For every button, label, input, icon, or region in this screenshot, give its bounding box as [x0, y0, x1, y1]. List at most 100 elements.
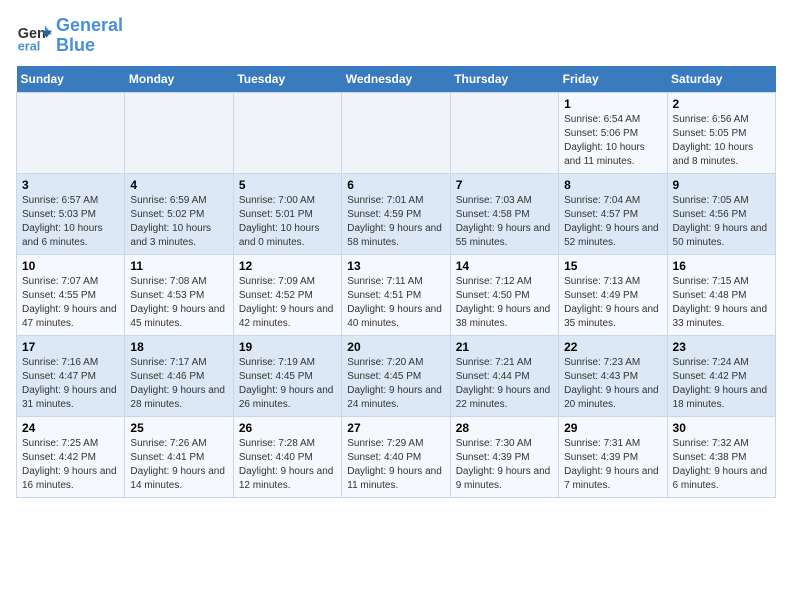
calendar-cell: 20 Sunrise: 7:20 AM Sunset: 4:45 PM Dayli…	[342, 335, 450, 416]
calendar-cell: 5Sunrise: 7:00 AM Sunset: 5:01 PM Daylig…	[233, 173, 341, 254]
calendar-cell: 23 Sunrise: 7:24 AM Sunset: 4:42 PM Dayli…	[667, 335, 775, 416]
calendar-cell: 9 Sunrise: 7:05 AM Sunset: 4:56 PM Daylig…	[667, 173, 775, 254]
day-number: 8	[564, 178, 661, 192]
calendar-cell	[233, 92, 341, 173]
day-number: 15	[564, 259, 661, 273]
day-info: Sunrise: 7:25 AM Sunset: 4:42 PM Dayligh…	[22, 437, 119, 493]
day-number: 2	[673, 97, 770, 111]
day-number: 4	[130, 178, 227, 192]
day-number: 3	[22, 178, 119, 192]
week-row-1: 1 Sunrise: 6:54 AM Sunset: 5:06 PM Daylig…	[17, 92, 776, 173]
day-info: Sunrise: 7:05 AM Sunset: 4:56 PM Dayligh…	[673, 194, 770, 250]
weekday-header-row: SundayMondayTuesdayWednesdayThursdayFrid…	[17, 66, 776, 93]
day-info: Sunrise: 7:03 AM Sunset: 4:58 PM Dayligh…	[456, 194, 553, 250]
day-number: 10	[22, 259, 119, 273]
day-number: 6	[347, 178, 444, 192]
day-number: 12	[239, 259, 336, 273]
day-number: 26	[239, 421, 336, 435]
day-info: Sunrise: 7:15 AM Sunset: 4:48 PM Dayligh…	[673, 275, 770, 331]
day-number: 22	[564, 340, 661, 354]
week-row-4: 17 Sunrise: 7:16 AM Sunset: 4:47 PM Dayli…	[17, 335, 776, 416]
calendar-cell: 16 Sunrise: 7:15 AM Sunset: 4:48 PM Dayli…	[667, 254, 775, 335]
week-row-2: 3 Sunrise: 6:57 AM Sunset: 5:03 PM Daylig…	[17, 173, 776, 254]
weekday-header-thursday: Thursday	[450, 66, 558, 93]
calendar-cell: 13Sunrise: 7:11 AM Sunset: 4:51 PM Dayli…	[342, 254, 450, 335]
day-info: Sunrise: 7:19 AM Sunset: 4:45 PM Dayligh…	[239, 356, 336, 412]
day-info: Sunrise: 7:04 AM Sunset: 4:57 PM Dayligh…	[564, 194, 661, 250]
day-number: 28	[456, 421, 553, 435]
day-number: 16	[673, 259, 770, 273]
calendar-cell: 4 Sunrise: 6:59 AM Sunset: 5:02 PM Daylig…	[125, 173, 233, 254]
day-number: 18	[130, 340, 227, 354]
calendar-cell: 15 Sunrise: 7:13 AM Sunset: 4:49 PM Dayli…	[559, 254, 667, 335]
day-info: Sunrise: 7:30 AM Sunset: 4:39 PM Dayligh…	[456, 437, 553, 493]
day-info: Sunrise: 6:56 AM Sunset: 5:05 PM Dayligh…	[673, 113, 770, 169]
calendar-cell: 21Sunrise: 7:21 AM Sunset: 4:44 PM Dayli…	[450, 335, 558, 416]
day-number: 27	[347, 421, 444, 435]
day-info: Sunrise: 7:17 AM Sunset: 4:46 PM Dayligh…	[130, 356, 227, 412]
calendar-cell: 3 Sunrise: 6:57 AM Sunset: 5:03 PM Daylig…	[17, 173, 125, 254]
weekday-header-sunday: Sunday	[17, 66, 125, 93]
day-number: 17	[22, 340, 119, 354]
calendar-cell: 12Sunrise: 7:09 AM Sunset: 4:52 PM Dayli…	[233, 254, 341, 335]
week-row-5: 24Sunrise: 7:25 AM Sunset: 4:42 PM Dayli…	[17, 416, 776, 497]
day-info: Sunrise: 7:23 AM Sunset: 4:43 PM Dayligh…	[564, 356, 661, 412]
day-number: 25	[130, 421, 227, 435]
day-number: 20	[347, 340, 444, 354]
day-info: Sunrise: 7:20 AM Sunset: 4:45 PM Dayligh…	[347, 356, 444, 412]
calendar-cell: 25 Sunrise: 7:26 AM Sunset: 4:41 PM Dayli…	[125, 416, 233, 497]
logo-icon: Gen eral	[16, 18, 52, 54]
calendar-cell: 17 Sunrise: 7:16 AM Sunset: 4:47 PM Dayli…	[17, 335, 125, 416]
calendar-cell: 27 Sunrise: 7:29 AM Sunset: 4:40 PM Dayli…	[342, 416, 450, 497]
calendar-cell	[17, 92, 125, 173]
calendar-cell	[450, 92, 558, 173]
calendar-cell: 22 Sunrise: 7:23 AM Sunset: 4:43 PM Dayli…	[559, 335, 667, 416]
calendar-table: SundayMondayTuesdayWednesdayThursdayFrid…	[16, 66, 776, 498]
calendar-cell: 24Sunrise: 7:25 AM Sunset: 4:42 PM Dayli…	[17, 416, 125, 497]
day-info: Sunrise: 6:54 AM Sunset: 5:06 PM Dayligh…	[564, 113, 661, 169]
day-info: Sunrise: 7:31 AM Sunset: 4:39 PM Dayligh…	[564, 437, 661, 493]
day-info: Sunrise: 7:13 AM Sunset: 4:49 PM Dayligh…	[564, 275, 661, 331]
calendar-cell: 26Sunrise: 7:28 AM Sunset: 4:40 PM Dayli…	[233, 416, 341, 497]
calendar-cell: 14Sunrise: 7:12 AM Sunset: 4:50 PM Dayli…	[450, 254, 558, 335]
page-header: Gen eral General Blue	[16, 16, 776, 56]
weekday-header-wednesday: Wednesday	[342, 66, 450, 93]
weekday-header-tuesday: Tuesday	[233, 66, 341, 93]
day-number: 1	[564, 97, 661, 111]
day-info: Sunrise: 7:11 AM Sunset: 4:51 PM Dayligh…	[347, 275, 444, 331]
day-number: 30	[673, 421, 770, 435]
day-number: 14	[456, 259, 553, 273]
weekday-header-monday: Monday	[125, 66, 233, 93]
calendar-cell: 18 Sunrise: 7:17 AM Sunset: 4:46 PM Dayli…	[125, 335, 233, 416]
calendar-cell: 2 Sunrise: 6:56 AM Sunset: 5:05 PM Daylig…	[667, 92, 775, 173]
day-info: Sunrise: 7:16 AM Sunset: 4:47 PM Dayligh…	[22, 356, 119, 412]
day-number: 9	[673, 178, 770, 192]
calendar-cell	[125, 92, 233, 173]
day-info: Sunrise: 6:59 AM Sunset: 5:02 PM Dayligh…	[130, 194, 227, 250]
calendar-cell: 7 Sunrise: 7:03 AM Sunset: 4:58 PM Daylig…	[450, 173, 558, 254]
day-number: 5	[239, 178, 336, 192]
calendar-cell	[342, 92, 450, 173]
day-info: Sunrise: 7:01 AM Sunset: 4:59 PM Dayligh…	[347, 194, 444, 250]
calendar-cell: 1 Sunrise: 6:54 AM Sunset: 5:06 PM Daylig…	[559, 92, 667, 173]
day-number: 23	[673, 340, 770, 354]
calendar-cell: 10 Sunrise: 7:07 AM Sunset: 4:55 PM Dayli…	[17, 254, 125, 335]
calendar-cell: 30 Sunrise: 7:32 AM Sunset: 4:38 PM Dayli…	[667, 416, 775, 497]
week-row-3: 10 Sunrise: 7:07 AM Sunset: 4:55 PM Dayli…	[17, 254, 776, 335]
weekday-header-saturday: Saturday	[667, 66, 775, 93]
logo-text: General Blue	[56, 16, 123, 56]
logo: Gen eral General Blue	[16, 16, 123, 56]
day-number: 11	[130, 259, 227, 273]
weekday-header-friday: Friday	[559, 66, 667, 93]
day-info: Sunrise: 7:32 AM Sunset: 4:38 PM Dayligh…	[673, 437, 770, 493]
day-info: Sunrise: 7:29 AM Sunset: 4:40 PM Dayligh…	[347, 437, 444, 493]
day-number: 29	[564, 421, 661, 435]
svg-text:eral: eral	[18, 39, 40, 53]
day-info: Sunrise: 7:26 AM Sunset: 4:41 PM Dayligh…	[130, 437, 227, 493]
day-info: Sunrise: 7:24 AM Sunset: 4:42 PM Dayligh…	[673, 356, 770, 412]
day-info: Sunrise: 7:07 AM Sunset: 4:55 PM Dayligh…	[22, 275, 119, 331]
calendar-cell: 19Sunrise: 7:19 AM Sunset: 4:45 PM Dayli…	[233, 335, 341, 416]
day-info: Sunrise: 6:57 AM Sunset: 5:03 PM Dayligh…	[22, 194, 119, 250]
day-number: 7	[456, 178, 553, 192]
calendar-cell: 29 Sunrise: 7:31 AM Sunset: 4:39 PM Dayli…	[559, 416, 667, 497]
